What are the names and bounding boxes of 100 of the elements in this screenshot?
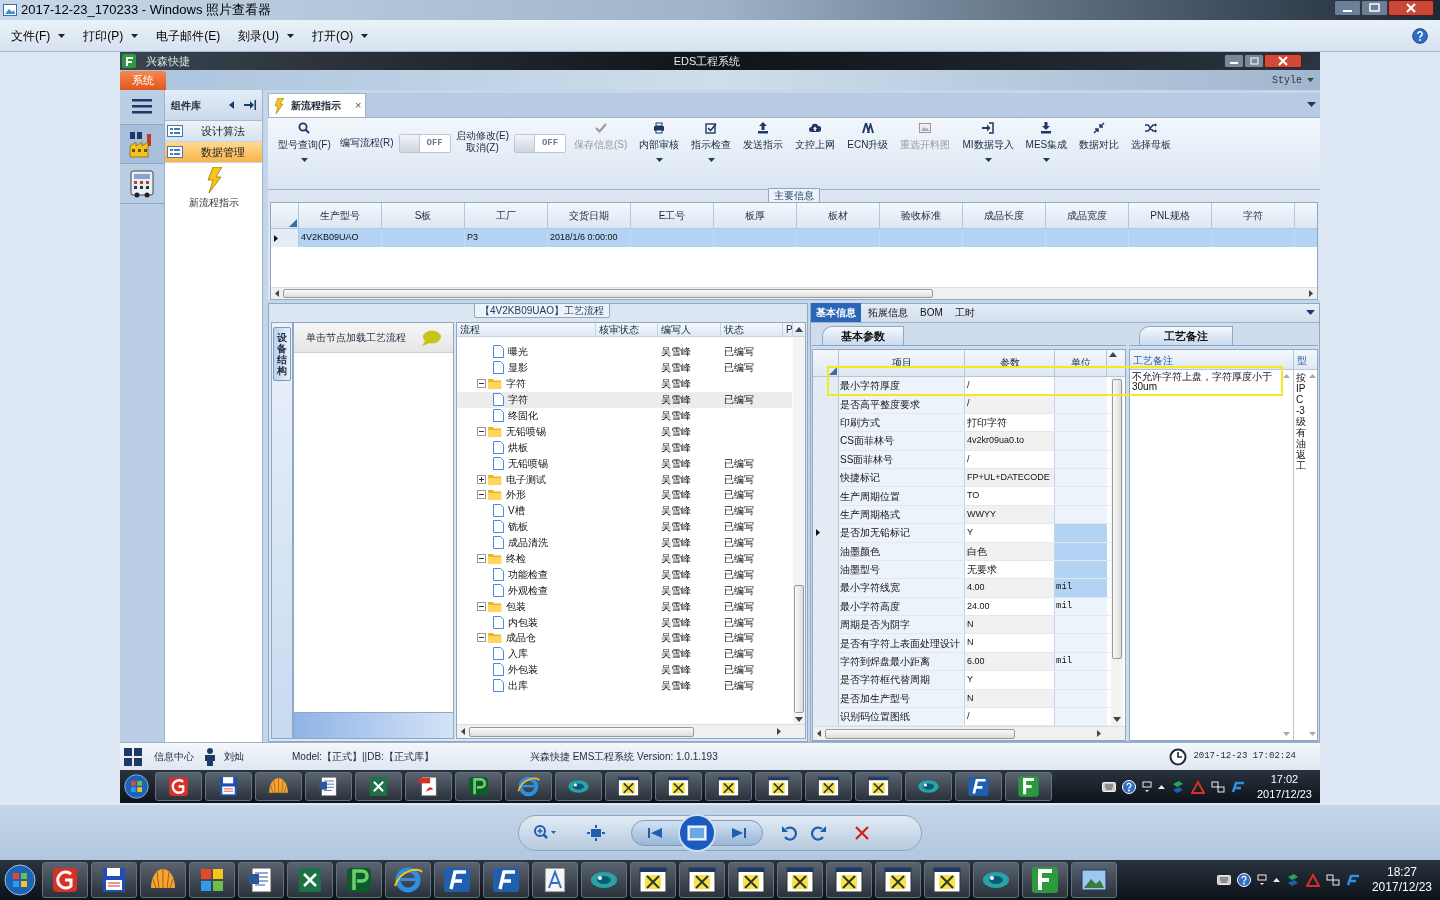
column-header[interactable]: 板厚 [714,203,797,228]
slideshow-button[interactable] [678,813,716,852]
sidebar-item[interactable]: 设计算法 [165,121,262,142]
expand-icon[interactable] [477,474,486,484]
toolbar-button[interactable]: 内部审核 [633,122,686,162]
browser-icon[interactable] [516,774,541,799]
tree-row[interactable]: 终检 吴雪峰 已编写 [457,550,792,567]
window-icon[interactable] [833,864,865,896]
column-header[interactable]: 板材 [797,203,880,228]
tab[interactable]: 工艺备注 [1139,326,1233,345]
app-tray-icon[interactable] [1190,779,1205,794]
collapse-icon[interactable] [477,379,486,389]
window-icon[interactable] [866,774,891,799]
tree-row[interactable]: 功能检查 吴雪峰 已编写 [457,566,792,583]
column-header[interactable]: 工艺备注 [1130,350,1294,369]
caret-up-icon[interactable] [1272,878,1280,882]
window-icon[interactable] [616,774,641,799]
tree-row[interactable]: 电子测试 吴雪峰 已编写 [457,471,792,487]
toolbar-button[interactable]: MI数据导入 [956,122,1020,162]
tree-row[interactable]: 成品仓 吴雪峰 已编写 [457,630,792,646]
collapse-icon[interactable] [477,554,486,563]
row-header[interactable] [813,524,839,542]
tree-row[interactable]: 字符 吴雪峰 已编写 [457,391,792,408]
window-icon[interactable] [784,864,816,896]
tree-row[interactable]: 成品清洗 吴雪峰 已编写 [457,534,792,551]
menu-item[interactable]: 打开(O) [303,23,378,48]
toolbar-button[interactable]: 指示检查 [685,122,738,162]
window-icon[interactable] [716,774,741,799]
tree-row[interactable]: 铣板 吴雪峰 已编写 [457,518,792,535]
app-tray-icon[interactable] [1345,873,1360,887]
tab[interactable]: 拓展信息 [863,303,913,322]
tree-row[interactable]: 曝光 吴雪峰 已编写 [457,344,792,360]
sidebar-item[interactable]: 数据管理 [165,142,262,163]
style-menu[interactable]: Style [1272,72,1314,88]
windows-icon[interactable] [1141,780,1152,793]
toolbar-button[interactable]: 型号查询(F) [272,122,337,162]
rotate-left-icon[interactable] [781,823,799,842]
column-header[interactable]: 成品宽度 [1046,203,1129,228]
window-icon[interactable] [816,774,841,799]
menu-item[interactable]: 电子邮件(E) [147,23,230,48]
tab[interactable]: 基本参数 [822,326,904,345]
side-tab[interactable]: 设备结构 [273,327,291,381]
window-icon[interactable] [766,774,791,799]
collapse-icon[interactable] [477,490,486,500]
toggle-switch[interactable]: OFF [514,134,566,153]
start-button[interactable] [4,864,36,896]
shortcut-item[interactable]: 新流程指示 [165,167,262,210]
column-header[interactable]: 交货日期 [548,203,631,228]
toggle-switch[interactable]: OFF [398,134,451,153]
menu-item[interactable]: 文件(F) [2,23,75,48]
tab[interactable]: BOM [915,303,948,322]
caret-up-icon[interactable] [1157,784,1165,789]
clock[interactable]: 17:02 2017/12/23 [1256,771,1312,802]
app-tray-icon[interactable] [1230,779,1245,794]
toolbar-button[interactable]: ECN升级 [841,122,895,152]
keyboard-icon[interactable] [1101,781,1116,792]
tree-row[interactable]: V槽 吴雪峰 已编写 [457,502,792,519]
window-icon[interactable] [666,774,691,799]
fit-icon[interactable] [587,824,605,841]
document-tab[interactable]: 新流程指示 × [268,93,367,117]
app-icon[interactable] [1016,774,1041,799]
window-icon[interactable] [637,864,669,896]
rotate-right-icon[interactable] [809,823,827,842]
close-button[interactable]: × [355,97,362,114]
horizontal-scrollbar[interactable] [813,726,1125,741]
tree-row[interactable]: 入库 吴雪峰 已编写 [457,645,792,662]
column-header[interactable]: 工厂 [465,203,548,228]
minimize-icon[interactable] [1224,54,1244,68]
pin-icon[interactable] [244,100,256,110]
tree-row[interactable]: 字符 吴雪峰 [457,375,792,392]
menu-icon[interactable] [132,98,152,114]
status-text[interactable]: 信息中心 [154,749,194,764]
help-icon[interactable] [1412,27,1428,44]
tree-row[interactable]: 无铅喷锡 吴雪峰 已编写 [457,455,792,472]
close-icon[interactable] [1264,54,1302,68]
column-header[interactable]: P [783,323,793,336]
app-tray-icon[interactable] [1305,873,1320,887]
grid-icon[interactable] [124,747,142,766]
restore-icon[interactable] [1244,54,1264,68]
window-icon[interactable] [735,864,767,896]
table-row[interactable]: 4V2KB09UAO P3 2018/1/6 0:00:00 [271,229,1317,247]
vertical-scrollbar[interactable] [793,337,805,724]
collapse-icon[interactable] [229,101,234,109]
column-header[interactable]: 核审状态 [596,323,658,336]
close-icon[interactable] [1388,0,1434,16]
window-icon[interactable] [686,864,718,896]
tree-row[interactable]: 显影 吴雪峰 已编写 [457,359,792,376]
app-icon[interactable] [166,774,191,799]
keyboard-icon[interactable] [1216,875,1231,885]
column-header[interactable]: 生产型号 [299,203,382,228]
tree-row[interactable]: 无铅喷锡 吴雪峰 [457,423,792,440]
tree-row[interactable]: 终固化 吴雪峰 [457,407,792,424]
toolbar-button[interactable]: 选择母板 [1125,122,1178,152]
column-header[interactable]: 型 [1294,350,1316,369]
tab[interactable]: 基本信息 [811,303,861,322]
column-header[interactable]: E工号 [631,203,714,228]
maximize-icon[interactable] [1361,0,1388,16]
toolbar-button[interactable]: MES集成 [1019,122,1074,162]
column-header[interactable]: 状态 [721,323,783,336]
app-icon[interactable] [966,774,991,799]
